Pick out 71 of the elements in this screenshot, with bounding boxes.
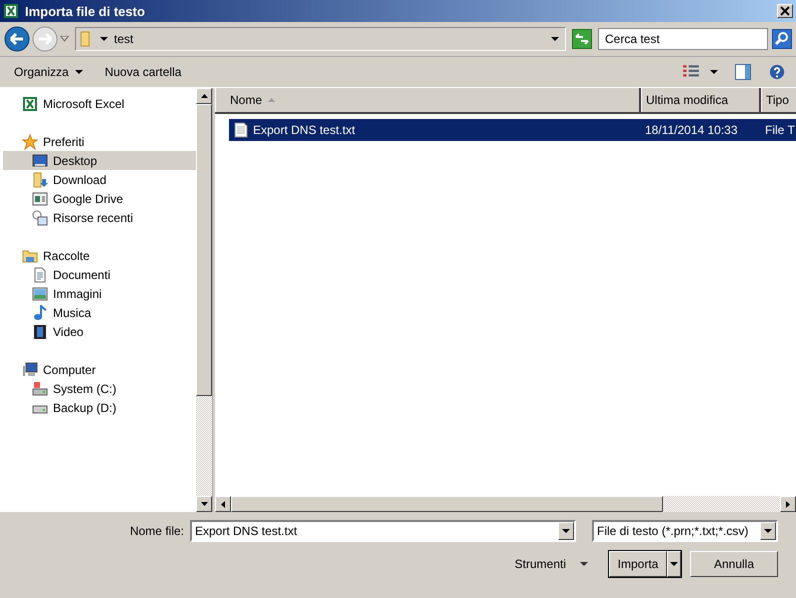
text-file-icon: [233, 122, 249, 138]
file-row[interactable]: Export DNS test.txt 18/11/2014 10:33 File T: [229, 119, 796, 141]
search-icon[interactable]: [772, 29, 792, 49]
search-field[interactable]: Cerca test: [598, 28, 768, 50]
sidebar-item[interactable]: Backup (D:): [3, 398, 196, 417]
sidebar-item[interactable]: Desktop: [3, 151, 196, 170]
sidebar-item[interactable]: Google Drive: [3, 189, 196, 208]
folder-download-icon: [32, 172, 48, 188]
sidebar-item[interactable]: Microsoft Excel: [3, 94, 196, 113]
tools-button[interactable]: Strumenti: [508, 556, 594, 572]
image-icon: [32, 286, 48, 302]
scrollbar[interactable]: [215, 496, 796, 512]
caret-icon[interactable]: [551, 36, 559, 42]
computer-icon: [22, 362, 38, 378]
path-segment[interactable]: test: [114, 32, 134, 46]
new-folder-button[interactable]: Nuova cartella: [98, 63, 188, 81]
column-header[interactable]: Ultima modifica: [641, 88, 761, 112]
scrollbar[interactable]: [196, 88, 212, 512]
caret-icon[interactable]: [710, 70, 718, 74]
film-icon: [32, 324, 48, 340]
sidebar-item[interactable]: Raccolte: [3, 246, 196, 265]
caret-icon: [580, 562, 588, 566]
caret-icon: [670, 562, 678, 566]
spreadsheet-icon: [3, 3, 19, 19]
scroll-right-arrow-icon[interactable]: [786, 500, 790, 508]
sidebar-item[interactable]: Download: [3, 170, 196, 189]
preview-pane-icon[interactable]: [734, 64, 752, 80]
sidebar-item[interactable]: Immagini: [3, 284, 196, 303]
caret-icon: [562, 528, 570, 534]
column-header[interactable]: Nome: [215, 88, 641, 112]
sidebar-item[interactable]: Documenti: [3, 265, 196, 284]
import-button[interactable]: Importa: [609, 551, 667, 577]
scroll-left-arrow-icon[interactable]: [221, 500, 225, 508]
music-note-icon: [32, 304, 48, 320]
column-header[interactable]: Tipo: [761, 88, 796, 112]
back-button[interactable]: [4, 26, 30, 52]
scroll-down-arrow-icon[interactable]: [200, 502, 208, 506]
caret-icon: [74, 70, 83, 74]
window-title: Importa file di testo: [25, 4, 146, 18]
star-icon: [22, 134, 38, 150]
organize-button[interactable]: Organizza: [8, 63, 89, 81]
sidebar-item[interactable]: Risorse recenti: [3, 208, 196, 227]
filename-label: Nome file:: [130, 524, 184, 538]
window-icon: [32, 190, 48, 206]
close-button[interactable]: [777, 4, 793, 18]
sidebar-item[interactable]: Preferiti: [3, 132, 196, 151]
import-options-button[interactable]: [667, 551, 681, 577]
refresh-button[interactable]: [572, 29, 592, 49]
sidebar-item[interactable]: System (C:): [3, 379, 196, 398]
caret-icon: [764, 528, 772, 534]
modified-date: 18/11/2014 10:33: [644, 123, 739, 137]
folder-icon: [22, 248, 38, 264]
sort-arrow-icon: [268, 98, 276, 102]
address-bar[interactable]: test: [75, 27, 566, 51]
clock-window-icon: [32, 210, 48, 226]
monitor-icon: [32, 152, 48, 168]
document-icon: [32, 266, 48, 282]
sidebar-item[interactable]: Computer: [3, 360, 196, 379]
file-type-dropdown[interactable]: File di testo (*.prn;*.txt;*.csv): [592, 520, 778, 542]
sidebar-item[interactable]: Video: [3, 322, 196, 341]
file-type: File T: [764, 123, 795, 137]
file-name: Export DNS test.txt: [253, 123, 356, 137]
cancel-button[interactable]: Annulla: [690, 551, 778, 577]
caret-icon: [100, 36, 108, 42]
spreadsheet-icon: [22, 96, 38, 112]
drive-icon: [32, 380, 48, 396]
sidebar-item[interactable]: Musica: [3, 303, 196, 322]
scroll-up-arrow-icon[interactable]: [200, 94, 208, 98]
history-dropdown-icon[interactable]: [60, 36, 69, 42]
help-icon[interactable]: [768, 64, 786, 80]
filename-field[interactable]: Export DNS test.txt: [190, 520, 576, 542]
